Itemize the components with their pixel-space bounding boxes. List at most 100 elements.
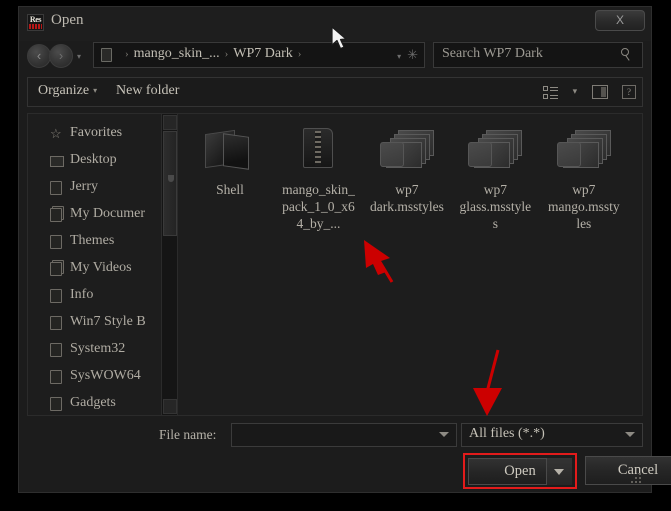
folder-icon	[50, 181, 62, 195]
organize-menu-button[interactable]: Organize ▾	[38, 83, 97, 99]
new-folder-button[interactable]: New folder	[116, 83, 179, 99]
documents-icon	[50, 208, 62, 222]
folder-icon	[50, 235, 62, 249]
sidebar-item-syswow64[interactable]: SysWOW64	[28, 365, 177, 392]
scroll-down-button[interactable]	[163, 399, 177, 414]
sidebar-item-label: Gadgets	[70, 395, 116, 410]
breadcrumb-item-0[interactable]: mango_skin_...	[134, 46, 220, 61]
folder-icon	[50, 343, 62, 357]
toolbar-icons: ▾ ?	[533, 82, 636, 102]
sidebar-item-label: Jerry	[70, 179, 98, 194]
open-split-dropdown-button[interactable]	[546, 458, 572, 485]
sidebar-item-label: SysWOW64	[70, 368, 141, 383]
resize-grip[interactable]	[631, 473, 641, 483]
folder-icon	[50, 370, 62, 384]
sidebar-item-label: My Documer	[70, 206, 146, 221]
change-view-icon[interactable]	[543, 85, 559, 100]
breadcrumb: › mango_skin_... › WP7 Dark ›	[120, 46, 306, 62]
breadcrumb-item-1[interactable]: WP7 Dark	[233, 46, 293, 61]
search-input[interactable]: Search WP7 Dark	[442, 46, 543, 62]
recent-locations-caret-icon[interactable]: ▾	[77, 52, 81, 61]
window-title: Open	[51, 12, 84, 28]
file-item-label: wp7 dark.msstyles	[369, 182, 444, 214]
address-bar: ‹ › ▾ › mango_skin_... › WP7 Dark › ▾ ✳ Searc…	[27, 41, 643, 73]
sidebar-item-jerry[interactable]: Jerry	[28, 176, 177, 203]
refresh-icon[interactable]: ✳	[401, 47, 418, 62]
file-item-wp7-dark-msstyles[interactable]: wp7 dark.msstyles	[370, 124, 444, 215]
breadcrumb-right-controls: ▾ ✳	[397, 47, 418, 63]
folder-icon	[50, 316, 62, 330]
file-item-shell[interactable]: Shell	[193, 124, 267, 198]
sidebar-item-themes[interactable]: Themes	[28, 230, 177, 257]
chevron-down-icon[interactable]	[625, 432, 635, 437]
scrollbar-thumb[interactable]	[163, 131, 177, 236]
view-chevron-down-icon[interactable]: ▾	[573, 86, 578, 97]
file-name-input[interactable]	[231, 423, 457, 447]
close-button[interactable]: X	[595, 10, 645, 31]
desktop-icon	[50, 156, 64, 167]
documents-icon	[50, 262, 62, 276]
breadcrumb-separator-2: ›	[297, 48, 302, 60]
chevron-down-icon[interactable]	[439, 432, 449, 437]
sidebar-item-label: Favorites	[70, 125, 123, 140]
scroll-up-button[interactable]	[163, 115, 177, 130]
resource-hacker-icon: Res	[27, 14, 44, 31]
cancel-button[interactable]: Cancel	[585, 456, 671, 485]
breadcrumb-separator-1: ›	[224, 48, 229, 60]
forward-button[interactable]: ›	[49, 44, 73, 68]
file-type-dropdown[interactable]: All files (*.*)	[461, 423, 643, 447]
file-item-label: Shell	[216, 182, 244, 197]
back-button[interactable]: ‹	[27, 44, 51, 68]
search-icon	[621, 48, 634, 62]
dialog-body: ☆ Favorites Desktop Jerry My Documer The…	[27, 113, 643, 416]
command-toolbar: Organize ▾ New folder ▾ ?	[27, 77, 643, 107]
folder-icon	[50, 397, 62, 411]
file-item-wp7-glass-msstyles[interactable]: wp7 glass.msstyles	[458, 124, 532, 232]
navigation-list: ☆ Favorites Desktop Jerry My Documer The…	[28, 114, 177, 415]
scrollbar-grip	[168, 175, 174, 182]
file-item-label: wp7 glass.msstyles	[459, 182, 532, 231]
file-item-label: wp7 mango.msstyles	[547, 182, 620, 231]
preview-pane-icon[interactable]	[591, 85, 608, 99]
breadcrumb-separator-0: ›	[125, 48, 129, 60]
chevron-down-icon	[554, 469, 564, 475]
sidebar-item-label: Desktop	[70, 152, 117, 167]
sidebar-item-my-documents[interactable]: My Documer	[28, 203, 177, 230]
file-list-pane[interactable]: Shell mango_skin_pack_1_0_x64_by_... wp7…	[177, 113, 643, 416]
msstyles-icon	[370, 124, 444, 178]
breadcrumb-bar[interactable]: › mango_skin_... › WP7 Dark › ▾ ✳	[93, 42, 425, 68]
file-type-value: All files (*.*)	[469, 426, 545, 441]
chevron-down-icon: ▾	[93, 86, 98, 96]
navigation-scrollbar[interactable]	[161, 114, 177, 415]
sidebar-item-label: Info	[70, 287, 94, 302]
file-item-mango-skin-pack[interactable]: mango_skin_pack_1_0_x64_by_...	[281, 124, 355, 232]
file-name-label: File name:	[159, 427, 217, 442]
open-file-dialog: Res Open X ‹ › ▾ › mango_skin_... › WP7 Dar…	[18, 6, 671, 493]
sidebar-item-info[interactable]: Info	[28, 284, 177, 311]
zip-archive-icon	[281, 124, 355, 178]
folder-icon	[50, 289, 62, 303]
folder-icon	[101, 48, 112, 62]
app-icon-text: Res	[29, 15, 42, 24]
open-folder-icon	[193, 124, 267, 178]
sidebar-item-win7-style-builder[interactable]: Win7 Style B	[28, 311, 177, 338]
help-icon[interactable]: ?	[622, 85, 636, 99]
sidebar-item-desktop[interactable]: Desktop	[28, 149, 177, 176]
title-bar: Res Open X	[19, 7, 651, 41]
search-box[interactable]: Search WP7 Dark	[433, 42, 643, 68]
file-item-label: mango_skin_pack_1_0_x64_by_...	[282, 182, 355, 231]
navigation-pane: ☆ Favorites Desktop Jerry My Documer The…	[27, 113, 177, 416]
sidebar-item-gadgets[interactable]: Gadgets	[28, 392, 177, 415]
sidebar-item-system32[interactable]: System32	[28, 338, 177, 365]
sidebar-item-label: Win7 Style B	[70, 314, 146, 329]
sidebar-item-label: System32	[70, 341, 126, 356]
star-icon: ☆	[50, 126, 62, 141]
file-item-wp7-mango-msstyles[interactable]: wp7 mango.msstyles	[547, 124, 621, 232]
app-icon-stripes	[29, 24, 42, 29]
msstyles-icon	[547, 124, 621, 178]
organize-label: Organize	[38, 83, 90, 98]
msstyles-icon	[458, 124, 532, 178]
navigation-buttons: ‹ › ▾	[27, 43, 89, 69]
sidebar-item-my-videos[interactable]: My Videos	[28, 257, 177, 284]
sidebar-item-favorites[interactable]: ☆ Favorites	[28, 122, 177, 149]
